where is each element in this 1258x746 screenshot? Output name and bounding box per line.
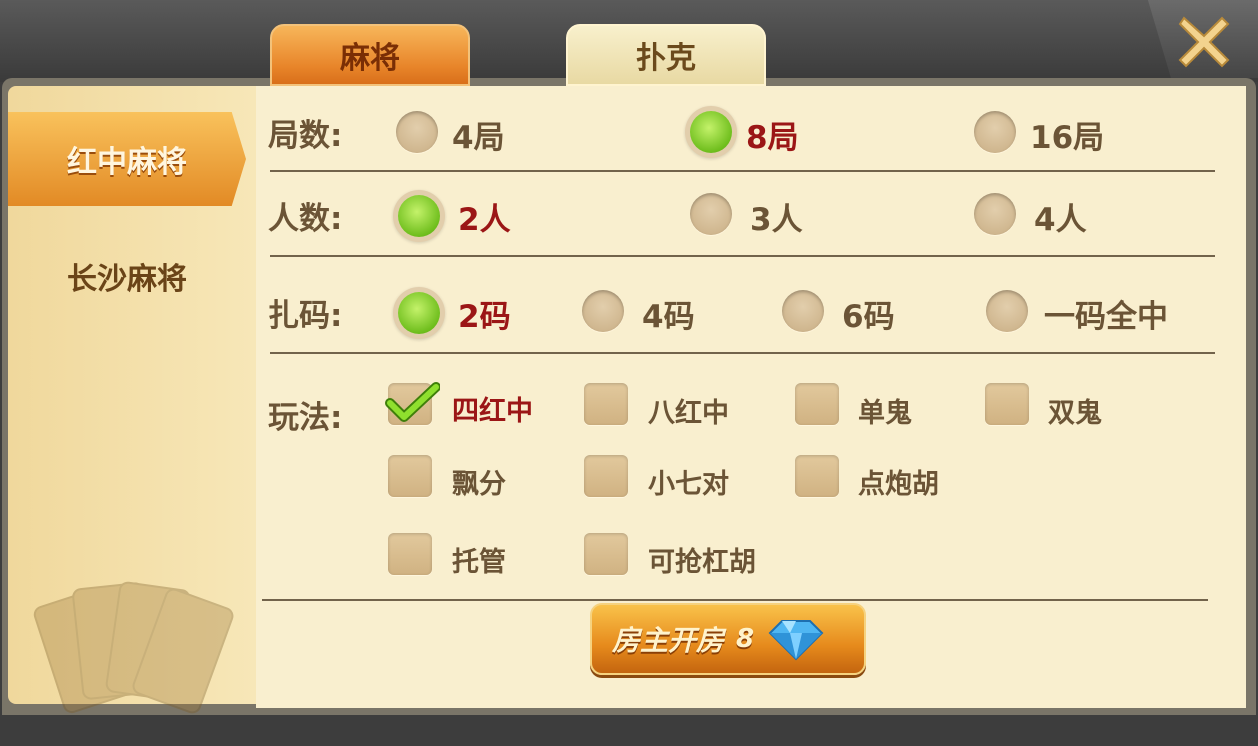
rule-option-dianpaohu[interactable]: 点炮胡 xyxy=(858,462,939,501)
diamond-icon xyxy=(768,620,824,661)
zhama-option-6[interactable]: 6码 xyxy=(842,291,895,336)
rule-option-bahongzhong[interactable]: 八红中 xyxy=(648,391,729,430)
rule-checkbox-xiaoqidui[interactable] xyxy=(584,455,628,497)
players-label: 人数: xyxy=(268,201,343,237)
rule-option-dangui[interactable]: 单鬼 xyxy=(858,391,912,430)
rounds-option-8[interactable]: 8局 xyxy=(746,112,799,157)
zhama-label: 扎码: xyxy=(268,298,343,334)
players-radio-3[interactable] xyxy=(690,193,732,235)
create-room-label: 房主开房 xyxy=(612,624,725,657)
zhama-radio-all[interactable] xyxy=(986,290,1028,332)
sidebar-item-hongzhong-mahjong[interactable]: 红中麻将 xyxy=(8,112,246,206)
zhama-radio-6[interactable] xyxy=(782,290,824,332)
rounds-radio-4[interactable] xyxy=(396,111,438,153)
rounds-label: 局数: xyxy=(268,118,343,154)
create-room-cost: 8 xyxy=(736,624,755,654)
sidebar-item-changsha-mahjong[interactable]: 长沙麻将 xyxy=(8,232,246,320)
players-radio-2[interactable] xyxy=(398,195,440,237)
zhama-option-all[interactable]: 一码全中 xyxy=(1044,291,1168,336)
rule-option-keqiangganghu[interactable]: 可抢杠胡 xyxy=(648,540,756,579)
tab-mahjong[interactable]: 麻将 xyxy=(270,24,470,86)
zhama-radio-2[interactable] xyxy=(398,292,440,334)
rule-checkbox-dangui[interactable] xyxy=(795,383,839,425)
rule-checkbox-bahongzhong[interactable] xyxy=(584,383,628,425)
players-option-3[interactable]: 3人 xyxy=(750,194,803,239)
create-room-button[interactable]: 房主开房 8 xyxy=(590,603,866,675)
players-option-4[interactable]: 4人 xyxy=(1034,194,1087,239)
rule-option-sihongzhong[interactable]: 四红中 xyxy=(452,389,533,428)
rule-checkbox-piaofen[interactable] xyxy=(388,455,432,497)
divider xyxy=(270,255,1215,257)
rule-checkbox-keqiangganghu[interactable] xyxy=(584,533,628,575)
rule-option-piaofen[interactable]: 飘分 xyxy=(452,462,506,501)
rounds-option-16[interactable]: 16局 xyxy=(1030,112,1104,157)
players-radio-4[interactable] xyxy=(974,193,1016,235)
playing-cards-decoration xyxy=(33,581,234,714)
close-icon xyxy=(1178,16,1230,68)
rule-option-xiaoqidui[interactable]: 小七对 xyxy=(648,462,729,501)
rule-checkbox-shuanggui[interactable] xyxy=(985,383,1029,425)
tab-poker[interactable]: 扑克 xyxy=(566,24,766,86)
rule-option-shuanggui[interactable]: 双鬼 xyxy=(1048,391,1102,430)
rules-label: 玩法: xyxy=(268,400,343,436)
players-option-2[interactable]: 2人 xyxy=(458,194,511,239)
rule-checkbox-sihongzhong[interactable] xyxy=(385,382,440,425)
divider xyxy=(270,352,1215,354)
divider xyxy=(270,170,1215,172)
zhama-option-2[interactable]: 2码 xyxy=(458,291,511,336)
rule-checkbox-dianpaohu[interactable] xyxy=(795,455,839,497)
rule-option-tuoguan[interactable]: 托管 xyxy=(452,540,506,579)
zhama-radio-4[interactable] xyxy=(582,290,624,332)
divider xyxy=(262,599,1208,601)
sidebar: 红中麻将 长沙麻将 xyxy=(8,86,256,714)
rounds-radio-16[interactable] xyxy=(974,111,1016,153)
rounds-option-4[interactable]: 4局 xyxy=(452,112,505,157)
checkmark-icon xyxy=(385,382,440,422)
rule-checkbox-tuoguan[interactable] xyxy=(388,533,432,575)
rounds-radio-8[interactable] xyxy=(690,111,732,153)
zhama-option-4[interactable]: 4码 xyxy=(642,291,695,336)
